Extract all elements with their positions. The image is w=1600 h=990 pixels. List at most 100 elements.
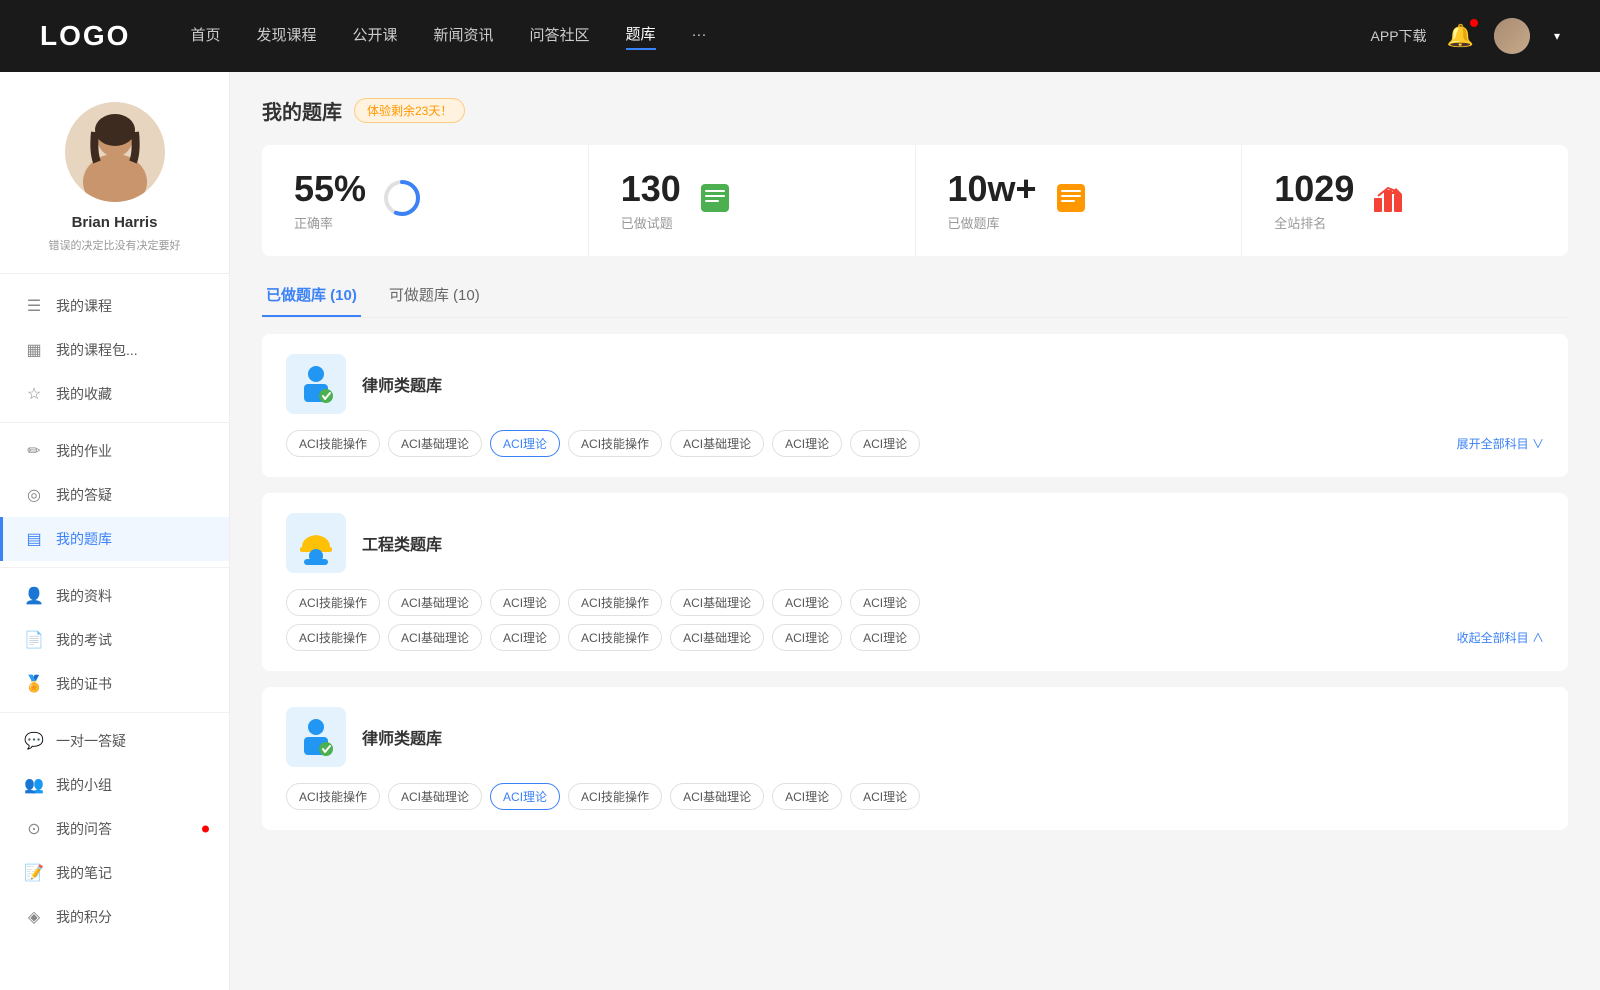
tag-2-1[interactable]: ACI技能操作 [286, 589, 380, 616]
notification-button[interactable]: 🔔 [1447, 23, 1474, 49]
sidebar-item-qa-my[interactable]: ◎ 我的答疑 [0, 473, 229, 517]
main-content: 我的题库 体验剩余23天！ 55% 正确率 [230, 72, 1600, 990]
done-questions-value: 130 [621, 169, 681, 209]
avatar-image [1494, 18, 1530, 54]
tag-3-7[interactable]: ACI理论 [850, 783, 920, 810]
tag-2-8[interactable]: ACI技能操作 [286, 624, 380, 651]
done-questions-icon [697, 180, 733, 221]
tag-2-11[interactable]: ACI技能操作 [568, 624, 662, 651]
sidebar-item-homework[interactable]: ✏ 我的作业 [0, 429, 229, 473]
sidebar-item-my-course[interactable]: ☰ 我的课程 [0, 284, 229, 328]
lawyer-svg-2 [294, 715, 338, 759]
collapse-link-2[interactable]: 收起全部科目 ∧ [1457, 629, 1544, 646]
bank-icon: ▤ [24, 529, 44, 549]
sidebar-item-one-on-one[interactable]: 💬 一对一答疑 [0, 719, 229, 763]
sidebar-item-group[interactable]: 👥 我的小组 [0, 763, 229, 807]
tab-done[interactable]: 已做题库 (10) [262, 276, 361, 317]
course-icon: ☰ [24, 296, 44, 316]
sidebar-item-course-package[interactable]: ▦ 我的课程包... [0, 328, 229, 372]
sidebar-item-exam[interactable]: 📄 我的考试 [0, 618, 229, 662]
sidebar-item-label: 我的题库 [56, 529, 112, 549]
chat-icon: 💬 [24, 731, 44, 751]
sidebar-item-label: 我的考试 [56, 630, 112, 650]
user-motto: 错误的决定比没有决定要好 [49, 237, 181, 253]
app-download-button[interactable]: APP下载 [1371, 26, 1427, 46]
main-layout: Brian Harris 错误的决定比没有决定要好 ☰ 我的课程 ▦ 我的课程包… [0, 0, 1600, 990]
sidebar-item-label: 一对一答疑 [56, 731, 126, 751]
stat-done-questions: 130 已做试题 [589, 145, 916, 256]
nav-open-course[interactable]: 公开课 [352, 24, 397, 49]
engineer-icon-1 [286, 513, 346, 573]
tag-2-13[interactable]: ACI理论 [772, 624, 842, 651]
user-avatar-nav[interactable] [1494, 18, 1530, 54]
nav-news[interactable]: 新闻资讯 [434, 24, 494, 49]
sidebar-item-certificate[interactable]: 🏅 我的证书 [0, 662, 229, 706]
bank-card-1-name: 律师类题库 [362, 372, 442, 396]
correct-rate-value: 55% [294, 169, 366, 209]
tag-1-5[interactable]: ACI基础理论 [670, 430, 764, 457]
sidebar-item-question-bank[interactable]: ▤ 我的题库 [0, 517, 229, 561]
expand-link-1[interactable]: 展开全部科目 ∨ [1457, 435, 1544, 452]
tag-2-5[interactable]: ACI基础理论 [670, 589, 764, 616]
tag-1-3[interactable]: ACI理论 [490, 430, 560, 457]
exam-icon: 📄 [24, 630, 44, 650]
tag-2-4[interactable]: ACI技能操作 [568, 589, 662, 616]
tag-2-3[interactable]: ACI理论 [490, 589, 560, 616]
tag-2-10[interactable]: ACI理论 [490, 624, 560, 651]
nav-qa[interactable]: 问答社区 [530, 24, 590, 49]
stat-rank: 1029 全站排名 [1242, 145, 1568, 256]
nav-menu: 首页 发现课程 公开课 新闻资讯 问答社区 题库 ··· [190, 23, 1370, 50]
sidebar-item-label: 我的作业 [56, 441, 112, 461]
tag-2-6[interactable]: ACI理论 [772, 589, 842, 616]
tab-todo[interactable]: 可做题库 (10) [385, 276, 484, 317]
nav-more[interactable]: ··· [692, 26, 707, 47]
bell-icon: 🔔 [1447, 23, 1474, 48]
bank-card-1-tags: ACI技能操作 ACI基础理论 ACI理论 ACI技能操作 ACI基础理论 AC… [286, 430, 1544, 457]
profile-section: Brian Harris 错误的决定比没有决定要好 [0, 72, 229, 274]
points-icon: ◈ [24, 907, 44, 927]
sidebar-item-profile[interactable]: 👤 我的资料 [0, 574, 229, 618]
bank-card-3-header: 律师类题库 [286, 707, 1544, 767]
profile-dropdown-arrow[interactable]: ▾ [1554, 29, 1560, 43]
tag-3-1[interactable]: ACI技能操作 [286, 783, 380, 810]
done-banks-icon [1053, 180, 1089, 221]
tag-1-4[interactable]: ACI技能操作 [568, 430, 662, 457]
sidebar-item-points[interactable]: ◈ 我的积分 [0, 895, 229, 939]
done-questions-label: 已做试题 [621, 213, 681, 232]
menu-divider-3 [0, 712, 229, 713]
tag-2-9[interactable]: ACI基础理论 [388, 624, 482, 651]
bank-card-2-header: 工程类题库 [286, 513, 1544, 573]
sidebar-menu: ☰ 我的课程 ▦ 我的课程包... ☆ 我的收藏 ✏ 我的作业 ◎ 我的答疑 ▤ [0, 274, 229, 949]
tag-2-12[interactable]: ACI基础理论 [670, 624, 764, 651]
tag-3-5[interactable]: ACI基础理论 [670, 783, 764, 810]
tag-2-7[interactable]: ACI理论 [850, 589, 920, 616]
notes-icon: 📝 [24, 863, 44, 883]
tag-1-7[interactable]: ACI理论 [850, 430, 920, 457]
sidebar-item-label: 我的课程 [56, 296, 112, 316]
bank-card-2-tags-row2: ACI技能操作 ACI基础理论 ACI理论 ACI技能操作 ACI基础理论 AC… [286, 624, 1544, 651]
sidebar-item-notes[interactable]: 📝 我的笔记 [0, 851, 229, 895]
sidebar-item-label: 我的资料 [56, 586, 112, 606]
tag-1-1[interactable]: ACI技能操作 [286, 430, 380, 457]
nav-home[interactable]: 首页 [190, 24, 220, 49]
profile-icon: 👤 [24, 586, 44, 606]
nav-question-bank[interactable]: 题库 [626, 23, 656, 50]
tag-2-14[interactable]: ACI理论 [850, 624, 920, 651]
navbar: LOGO 首页 发现课程 公开课 新闻资讯 问答社区 题库 ··· APP下载 … [0, 0, 1600, 72]
tag-1-6[interactable]: ACI理论 [772, 430, 842, 457]
tag-3-3[interactable]: ACI理论 [490, 783, 560, 810]
tag-3-2[interactable]: ACI基础理论 [388, 783, 482, 810]
tag-3-4[interactable]: ACI技能操作 [568, 783, 662, 810]
sidebar-item-favorites[interactable]: ☆ 我的收藏 [0, 372, 229, 416]
rank-icon [1370, 180, 1406, 221]
correct-rate-label: 正确率 [294, 213, 366, 232]
page-title: 我的题库 [262, 96, 342, 125]
stats-row: 55% 正确率 130 已做试题 [262, 145, 1568, 256]
tag-1-2[interactable]: ACI基础理论 [388, 430, 482, 457]
nav-discover[interactable]: 发现课程 [256, 24, 316, 49]
bank-card-2-name: 工程类题库 [362, 531, 442, 555]
sidebar-item-my-qa[interactable]: ⊙ 我的问答 [0, 807, 229, 851]
tag-2-2[interactable]: ACI基础理论 [388, 589, 482, 616]
tag-3-6[interactable]: ACI理论 [772, 783, 842, 810]
logo[interactable]: LOGO [40, 20, 130, 52]
